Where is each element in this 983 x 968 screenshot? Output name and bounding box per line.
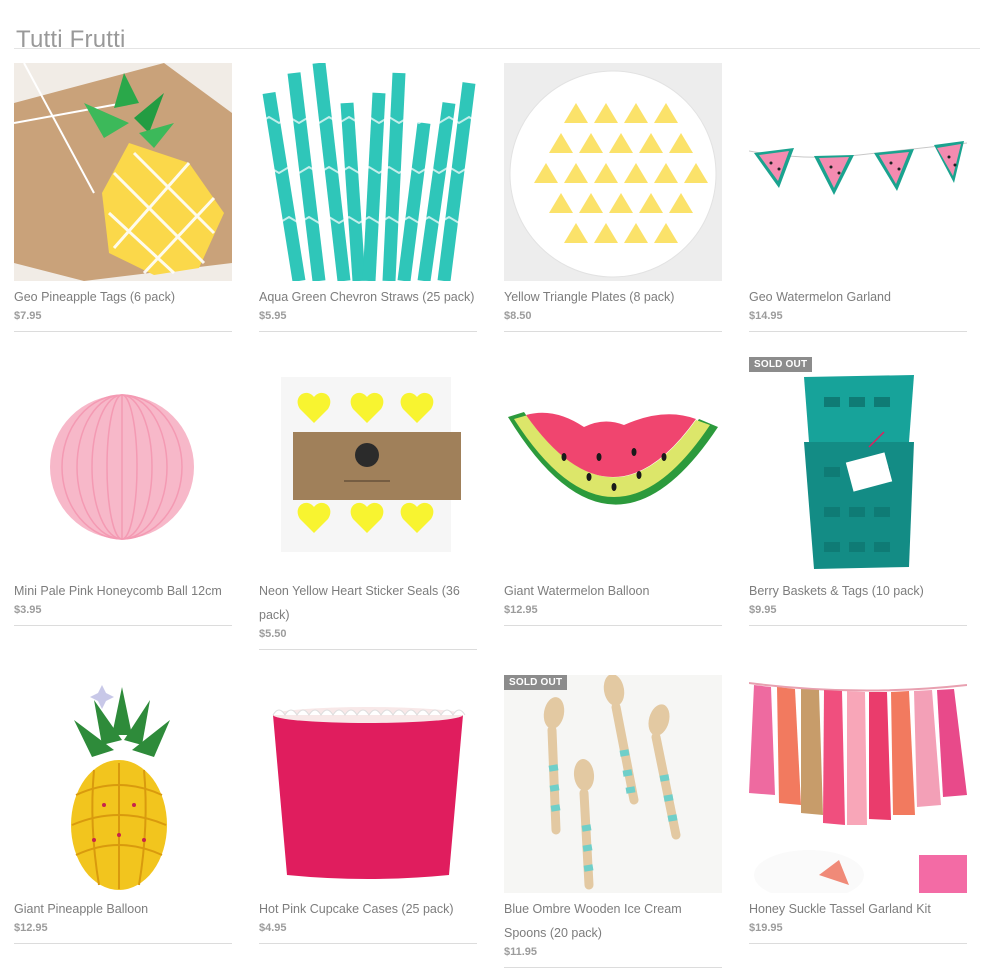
product-name[interactable]: Geo Pineapple Tags (6 pack) [14,285,232,309]
card-divider [259,331,477,332]
card-divider [749,943,967,944]
product-image[interactable] [259,63,477,281]
product-card[interactable]: Giant Pineapple Balloon $12.95 [14,675,232,944]
product-name[interactable]: Berry Baskets & Tags (10 pack) [749,579,967,603]
product-price: $5.50 [259,628,287,640]
product-name[interactable]: Blue Ombre Wooden Ice Cream Spoons (20 p… [504,897,722,945]
berry-baskets-image [749,357,967,575]
watermelon-balloon-image [504,357,722,575]
product-image[interactable]: SOLD OUT [504,675,722,893]
product-name[interactable]: Neon Yellow Heart Sticker Seals (36 pack… [259,579,477,627]
product-card[interactable]: Geo Pineapple Tags (6 pack) $7.95 [14,63,232,332]
product-image[interactable] [14,63,232,281]
product-card[interactable]: SOLD OUT Berry Baskets & Tags (10 pack) … [749,357,967,626]
product-price: $14.95 [749,310,783,322]
card-divider [14,943,232,944]
product-image[interactable] [14,675,232,893]
card-divider [749,331,967,332]
product-price: $12.95 [14,922,48,934]
product-card[interactable]: Yellow Triangle Plates (8 pack) $8.50 [504,63,722,332]
product-price: $4.95 [259,922,287,934]
product-name[interactable]: Mini Pale Pink Honeycomb Ball 12cm [14,579,232,603]
product-name[interactable]: Geo Watermelon Garland [749,285,967,309]
product-card[interactable]: Honey Suckle Tassel Garland Kit $19.95 [749,675,967,944]
card-divider [504,331,722,332]
wooden-spoons-image [504,675,722,893]
product-image[interactable] [504,357,722,575]
cupcake-case-image [259,675,477,893]
page-title: Tutti Frutti [16,26,126,54]
product-name[interactable]: Honey Suckle Tassel Garland Kit [749,897,967,921]
product-image[interactable] [259,357,477,575]
product-image[interactable] [749,63,967,281]
product-price: $19.95 [749,922,783,934]
title-divider [14,48,980,49]
product-price: $7.95 [14,310,42,322]
pineapple-tag-image [14,63,232,281]
sold-out-badge: SOLD OUT [749,357,813,372]
product-image[interactable]: SOLD OUT [749,357,967,575]
product-name[interactable]: Giant Watermelon Balloon [504,579,722,603]
product-price: $12.95 [504,604,538,616]
product-name[interactable]: Yellow Triangle Plates (8 pack) [504,285,722,309]
product-card[interactable]: Hot Pink Cupcake Cases (25 pack) $4.95 [259,675,477,944]
triangle-plate-image [504,63,722,281]
pineapple-balloon-image [14,675,232,893]
product-name[interactable]: Hot Pink Cupcake Cases (25 pack) [259,897,477,921]
product-price: $8.50 [504,310,532,322]
product-card[interactable]: Neon Yellow Heart Sticker Seals (36 pack… [259,357,477,650]
product-price: $5.95 [259,310,287,322]
product-card[interactable]: SOLD OUT Blue Ombre Wooden Ice Cream Spo… [504,675,722,968]
card-divider [14,331,232,332]
card-divider [259,649,477,650]
product-price: $9.95 [749,604,777,616]
product-image[interactable] [504,63,722,281]
card-divider [14,625,232,626]
product-price: $11.95 [504,946,538,958]
product-image[interactable] [259,675,477,893]
product-card[interactable]: Giant Watermelon Balloon $12.95 [504,357,722,626]
product-card[interactable]: Geo Watermelon Garland $14.95 [749,63,967,332]
card-divider [259,943,477,944]
product-name[interactable]: Aqua Green Chevron Straws (25 pack) [259,285,477,309]
product-name[interactable]: Giant Pineapple Balloon [14,897,232,921]
chevron-straws-image [259,63,477,281]
honeycomb-ball-image [14,357,232,575]
tassel-garland-image [749,675,967,893]
card-divider [504,625,722,626]
product-price: $3.95 [14,604,42,616]
sold-out-badge: SOLD OUT [504,675,568,690]
product-card[interactable]: Aqua Green Chevron Straws (25 pack) $5.9… [259,63,477,332]
product-image[interactable] [749,675,967,893]
product-card[interactable]: Mini Pale Pink Honeycomb Ball 12cm $3.95 [14,357,232,626]
heart-stickers-image [259,357,477,575]
card-divider [749,625,967,626]
product-image[interactable] [14,357,232,575]
watermelon-garland-image [749,63,967,281]
